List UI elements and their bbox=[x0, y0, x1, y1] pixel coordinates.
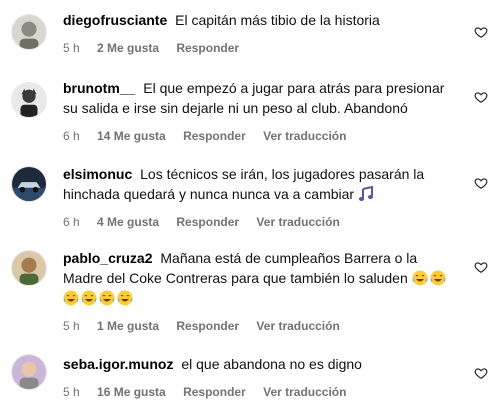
comment-text-block: elsimonuc Los técnicos se irán, los juga… bbox=[63, 164, 460, 204]
heart-outline-icon[interactable] bbox=[474, 366, 488, 380]
tears-of-joy-emoji bbox=[117, 290, 133, 306]
avatar[interactable] bbox=[11, 250, 47, 286]
likes-count[interactable]: 14 Me gusta bbox=[97, 129, 166, 143]
reply-button[interactable]: Responder bbox=[183, 129, 246, 143]
comment-text: El capitán más tibio de la historia bbox=[175, 12, 380, 28]
musical-notes-emoji bbox=[358, 186, 374, 202]
tears-of-joy-emoji bbox=[412, 270, 428, 286]
reply-button[interactable]: Responder bbox=[183, 385, 246, 399]
tears-of-joy-emoji bbox=[63, 290, 79, 306]
comment-text-block: pablo_cruza2 Mañana está de cumpleaños B… bbox=[63, 248, 460, 308]
comment-meta: 5 h 16 Me gusta Responder Ver traducción bbox=[63, 385, 460, 399]
comment-meta: 6 h 14 Me gusta Responder Ver traducción bbox=[63, 129, 460, 143]
likes-count[interactable]: 1 Me gusta bbox=[97, 319, 159, 333]
timestamp[interactable]: 5 h bbox=[63, 41, 80, 55]
avatar[interactable] bbox=[11, 354, 47, 390]
heart-outline-icon[interactable] bbox=[474, 90, 488, 104]
username-link[interactable]: pablo_cruza2 bbox=[63, 250, 152, 266]
comment-text-block: diegofrusciante El capitán más tibio de … bbox=[63, 10, 460, 30]
see-translation-button[interactable]: Ver traducción bbox=[256, 319, 339, 333]
comment-meta: 6 h 4 Me gusta Responder Ver traducción bbox=[63, 215, 460, 229]
tears-of-joy-emoji bbox=[99, 290, 115, 306]
reply-button[interactable]: Responder bbox=[176, 319, 239, 333]
heart-outline-icon[interactable] bbox=[474, 25, 488, 39]
see-translation-button[interactable]: Ver traducción bbox=[263, 385, 346, 399]
see-translation-button[interactable]: Ver traducción bbox=[263, 129, 346, 143]
username-link[interactable]: diegofrusciante bbox=[63, 12, 167, 28]
comment-text: el que abandona no es digno bbox=[181, 356, 362, 372]
username-link[interactable]: elsimonuc bbox=[63, 166, 132, 182]
username-link[interactable]: seba.igor.munoz bbox=[63, 356, 173, 372]
likes-count[interactable]: 16 Me gusta bbox=[97, 385, 166, 399]
likes-count[interactable]: 4 Me gusta bbox=[97, 215, 159, 229]
see-translation-button[interactable]: Ver traducción bbox=[256, 215, 339, 229]
comment-text-block: seba.igor.munoz el que abandona no es di… bbox=[63, 354, 460, 374]
tears-of-joy-emoji bbox=[430, 270, 446, 286]
timestamp[interactable]: 6 h bbox=[63, 215, 80, 229]
avatar[interactable] bbox=[11, 14, 47, 50]
username-link[interactable]: brunotm__ bbox=[63, 80, 135, 96]
heart-outline-icon[interactable] bbox=[474, 176, 488, 190]
comment-meta: 5 h 1 Me gusta Responder Ver traducción bbox=[63, 319, 460, 333]
comment-meta: 5 h 2 Me gusta Responder bbox=[63, 41, 460, 55]
avatar[interactable] bbox=[11, 82, 47, 118]
tears-of-joy-emoji bbox=[81, 290, 97, 306]
avatar[interactable] bbox=[11, 166, 47, 202]
timestamp[interactable]: 5 h bbox=[63, 319, 80, 333]
heart-outline-icon[interactable] bbox=[474, 260, 488, 274]
reply-button[interactable]: Responder bbox=[176, 41, 239, 55]
reply-button[interactable]: Responder bbox=[176, 215, 239, 229]
timestamp[interactable]: 5 h bbox=[63, 385, 80, 399]
likes-count[interactable]: 2 Me gusta bbox=[97, 41, 159, 55]
timestamp[interactable]: 6 h bbox=[63, 129, 80, 143]
comment-text-block: brunotm__ El que empezó a jugar para atr… bbox=[63, 78, 460, 118]
